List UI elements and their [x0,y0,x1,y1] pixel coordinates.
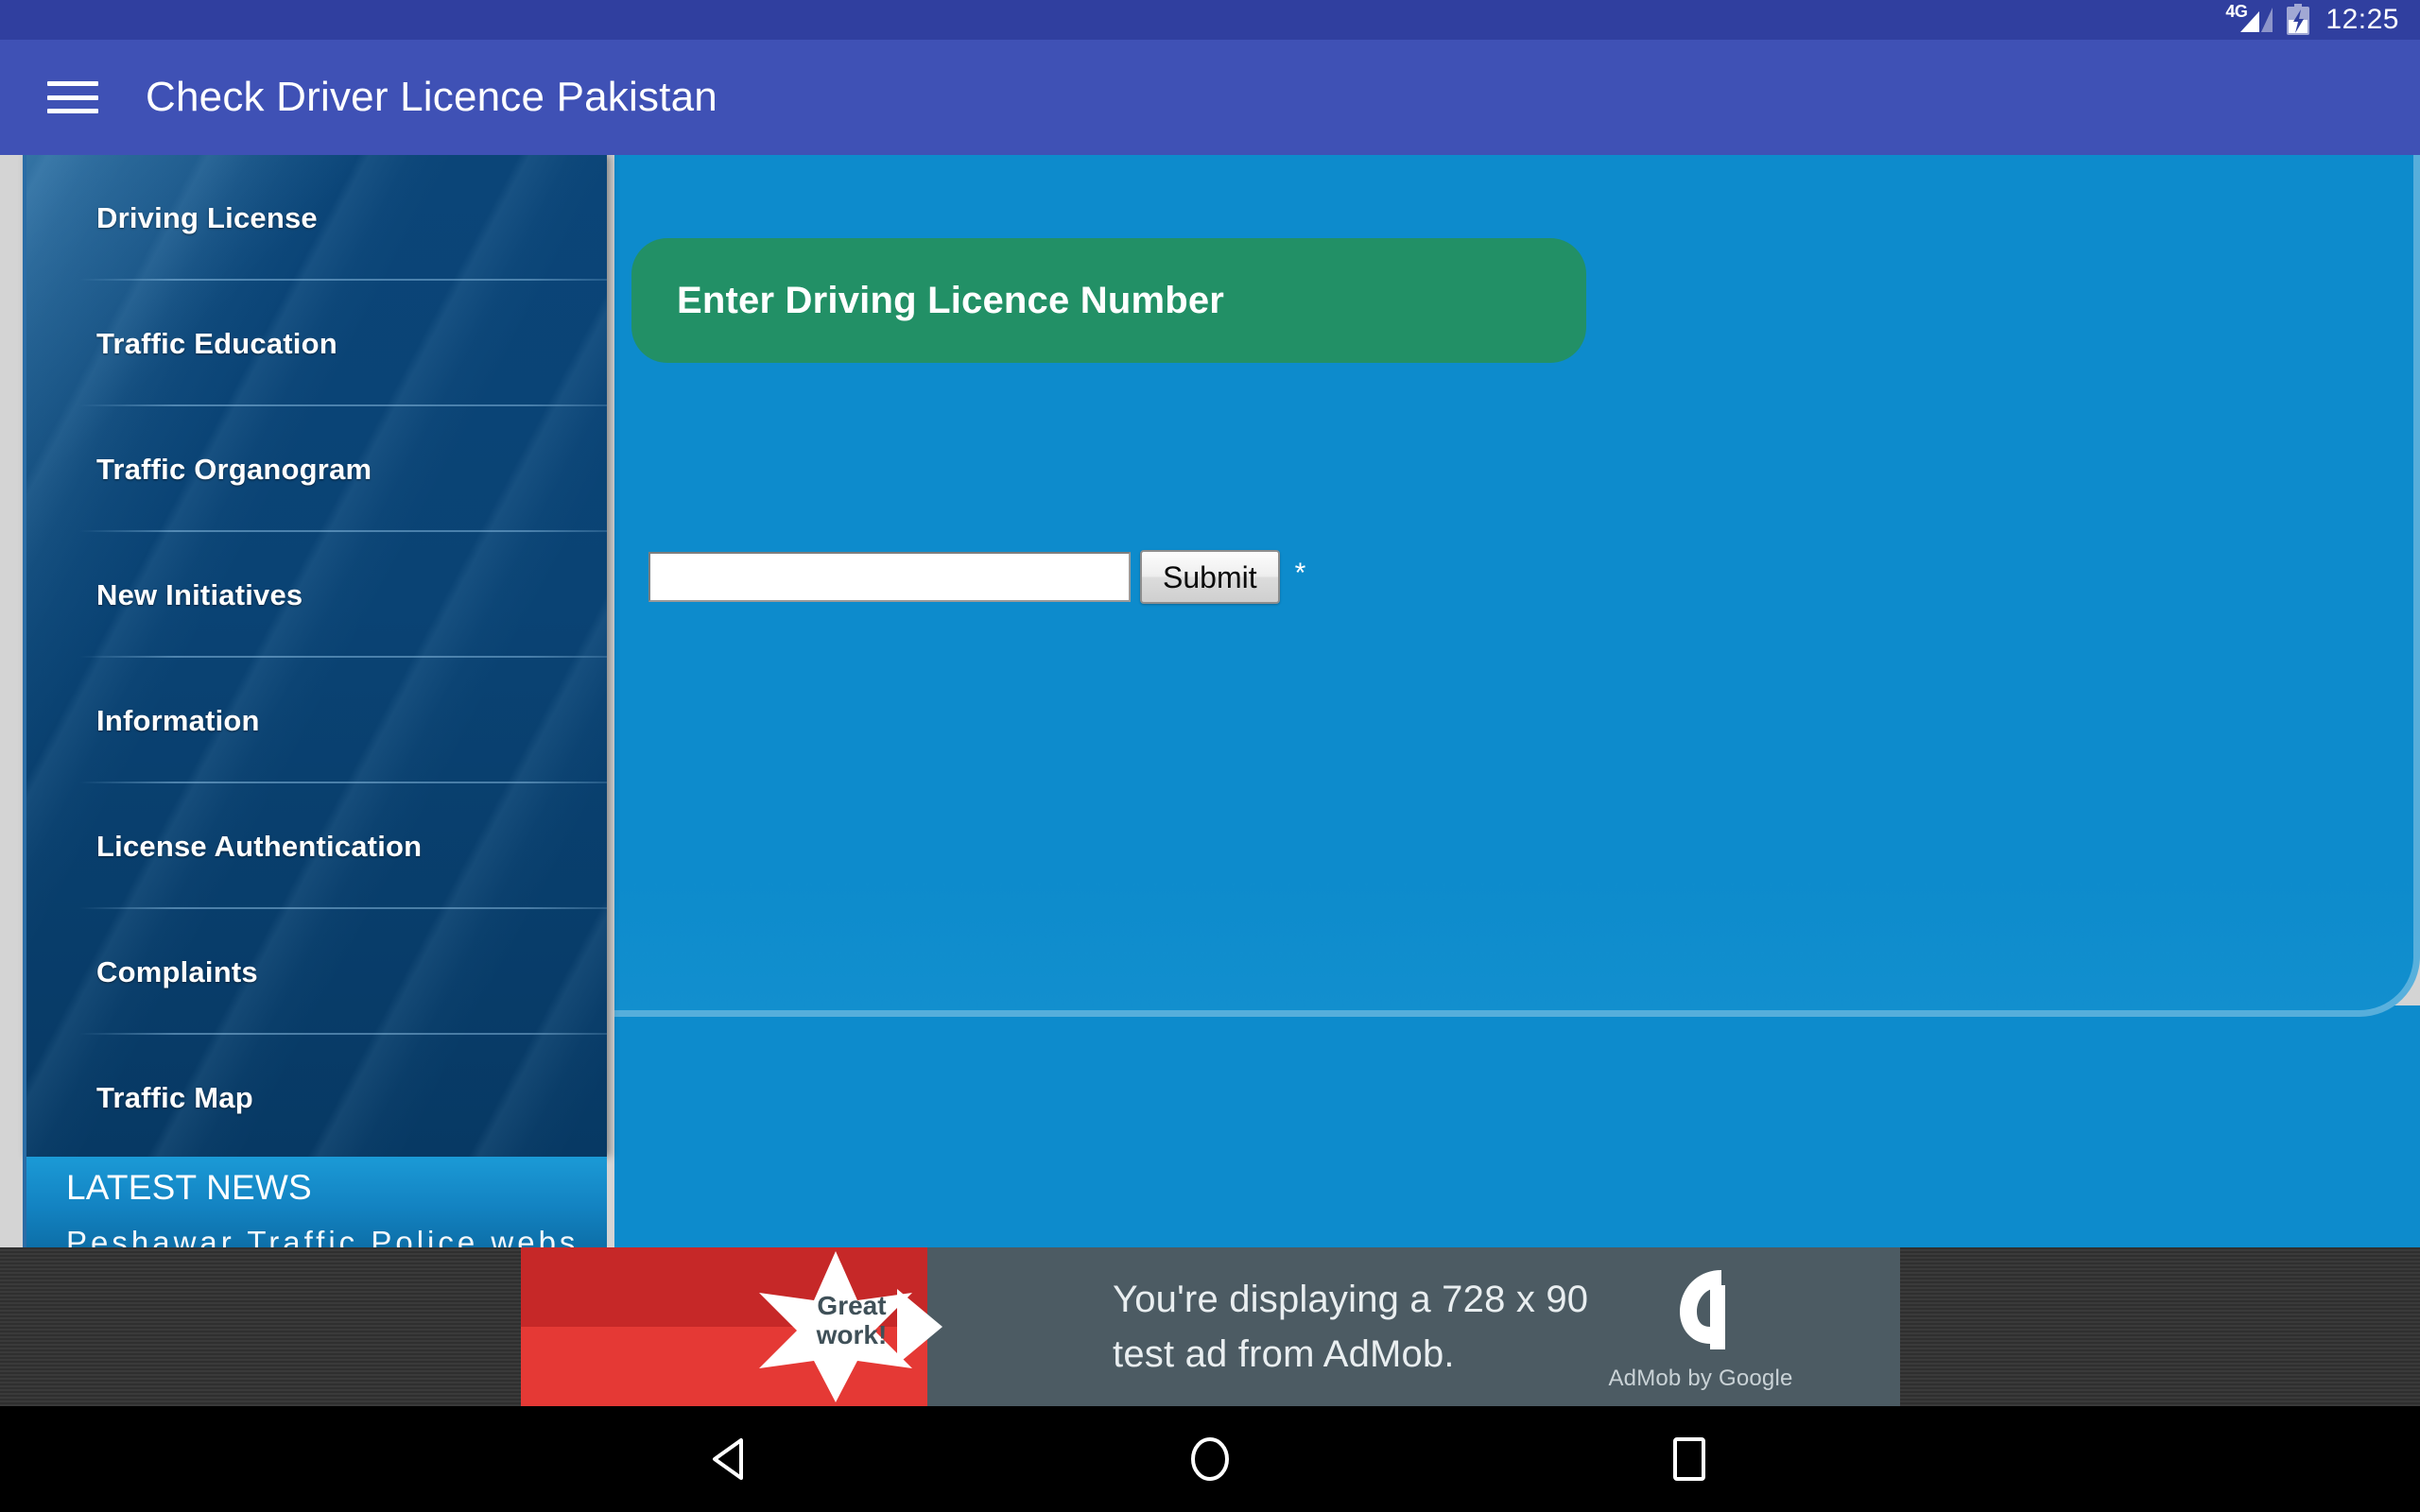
sidebar-item-label: Information [96,703,260,737]
latest-news-title: LATEST NEWS [66,1168,312,1207]
admob-logo-block: AdMob by Google [1592,1264,1809,1392]
sidebar-item-label: New Initiatives [96,577,303,611]
admob-badge-line-2: work! [816,1320,888,1350]
admob-message-line-1: You're displaying a 728 x 90 [1113,1279,1589,1320]
latest-news-panel: LATEST NEWS Peshawar Traffic Police webs [23,1157,607,1247]
sidebar-item-license-authentication[interactable]: License Authentication [26,783,607,909]
sidebar-item-new-initiatives[interactable]: New Initiatives [26,532,607,658]
sidebar-item-label: Traffic Organogram [96,452,372,486]
signal-bars-icon: 4G [2225,2,2273,36]
admob-message-line-2: test ad from AdMob. [1113,1333,1455,1375]
sidebar-item-driving-license[interactable]: Driving License [26,155,607,281]
status-bar-right-cluster: 4G 12:25 [2225,2,2399,36]
sidebar-item-label: Driving License [96,200,318,234]
sidebar-item-traffic-education[interactable]: Traffic Education [26,281,607,406]
admob-banner[interactable]: Great work! You're displaying a 728 x 90… [0,1247,2420,1406]
licence-lookup-form: Submit * [648,550,1305,604]
status-bar-clock: 12:25 [2325,4,2399,35]
app-title: Check Driver Licence Pakistan [146,74,717,120]
submit-button[interactable]: Submit [1140,550,1280,604]
home-circle-icon[interactable] [1158,1406,1262,1512]
webview-content-area: Enter Driving Licence Number Submit * Dr… [0,155,2420,1247]
hamburger-line [47,81,98,86]
latest-news-ticker[interactable]: Peshawar Traffic Police webs [66,1225,579,1247]
hamburger-menu-icon[interactable] [45,76,100,119]
sidebar-item-information[interactable]: Information [26,658,607,783]
admob-creative[interactable]: Great work! You're displaying a 728 x 90… [521,1247,1900,1406]
admob-badge-text: Great work! [795,1291,908,1350]
sidebar-item-label: Traffic Map [96,1080,253,1114]
status-bar: 4G 12:25 [0,0,2420,40]
admob-message: You're displaying a 728 x 90 test ad fro… [1113,1272,1588,1382]
form-header-banner: Enter Driving Licence Number [631,238,1586,363]
sidebar-item-label: Complaints [96,954,258,988]
admob-logo-icon [1680,1270,1725,1349]
system-navigation-bar [0,1406,2420,1512]
content-panel: Enter Driving Licence Number Submit * [614,155,2420,1017]
admob-badge-line-1: Great [817,1291,887,1320]
device-screen: 4G 12:25 Check Driver Licence Pakistan E… [0,0,2420,1512]
back-triangle-icon[interactable] [679,1406,783,1512]
sidebar-item-label: License Authentication [96,829,423,863]
app-bar: Check Driver Licence Pakistan [0,40,2420,155]
recents-square-icon[interactable] [1637,1406,1741,1512]
hamburger-line [47,94,98,100]
sidebar-item-traffic-organogram[interactable]: Traffic Organogram [26,406,607,532]
content-panel-filler [614,1005,2420,1247]
sidebar-item-complaints[interactable]: Complaints [26,909,607,1035]
licence-number-input[interactable] [648,552,1131,602]
sidebar-item-traffic-map[interactable]: Traffic Map [26,1035,607,1157]
admob-brand-text: AdMob by Google [1608,1366,1793,1391]
required-field-marker: * [1294,557,1306,589]
hamburger-line [47,109,98,113]
sidebar-item-label: Traffic Education [96,326,337,360]
form-header-text: Enter Driving Licence Number [677,279,1225,321]
signal-bars-glyph [2240,8,2273,32]
sidebar-item-list: Driving License Traffic Education Traffi… [26,155,607,1157]
battery-charging-icon [2286,4,2310,36]
sidebar-navigation: Driving License Traffic Education Traffi… [23,155,607,1157]
